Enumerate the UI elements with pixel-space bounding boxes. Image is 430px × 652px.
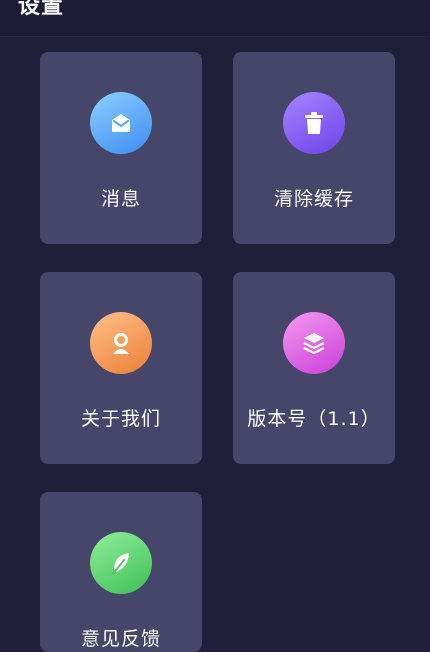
tile-messages[interactable]: 消息 xyxy=(40,52,202,244)
tile-label: 消息 xyxy=(100,188,141,210)
tile-about-us[interactable]: 关于我们 xyxy=(40,272,202,464)
tile-version[interactable]: 版本号（1.1） xyxy=(233,272,395,464)
tile-label: 清除缓存 xyxy=(273,188,354,210)
page-title: 设置 xyxy=(18,0,65,19)
tile-feedback[interactable]: 意见反馈 xyxy=(40,492,202,652)
tile-clear-cache[interactable]: 清除缓存 xyxy=(233,52,395,244)
layers-icon xyxy=(283,312,345,374)
trash-icon xyxy=(283,92,345,154)
tile-label: 版本号（1.1） xyxy=(247,408,381,430)
app-header: 设置 xyxy=(0,0,430,37)
envelope-icon xyxy=(90,92,152,154)
leaf-icon xyxy=(90,532,152,594)
tile-label: 关于我们 xyxy=(80,408,161,430)
tile-label: 意见反馈 xyxy=(80,628,161,650)
person-icon xyxy=(90,312,152,374)
